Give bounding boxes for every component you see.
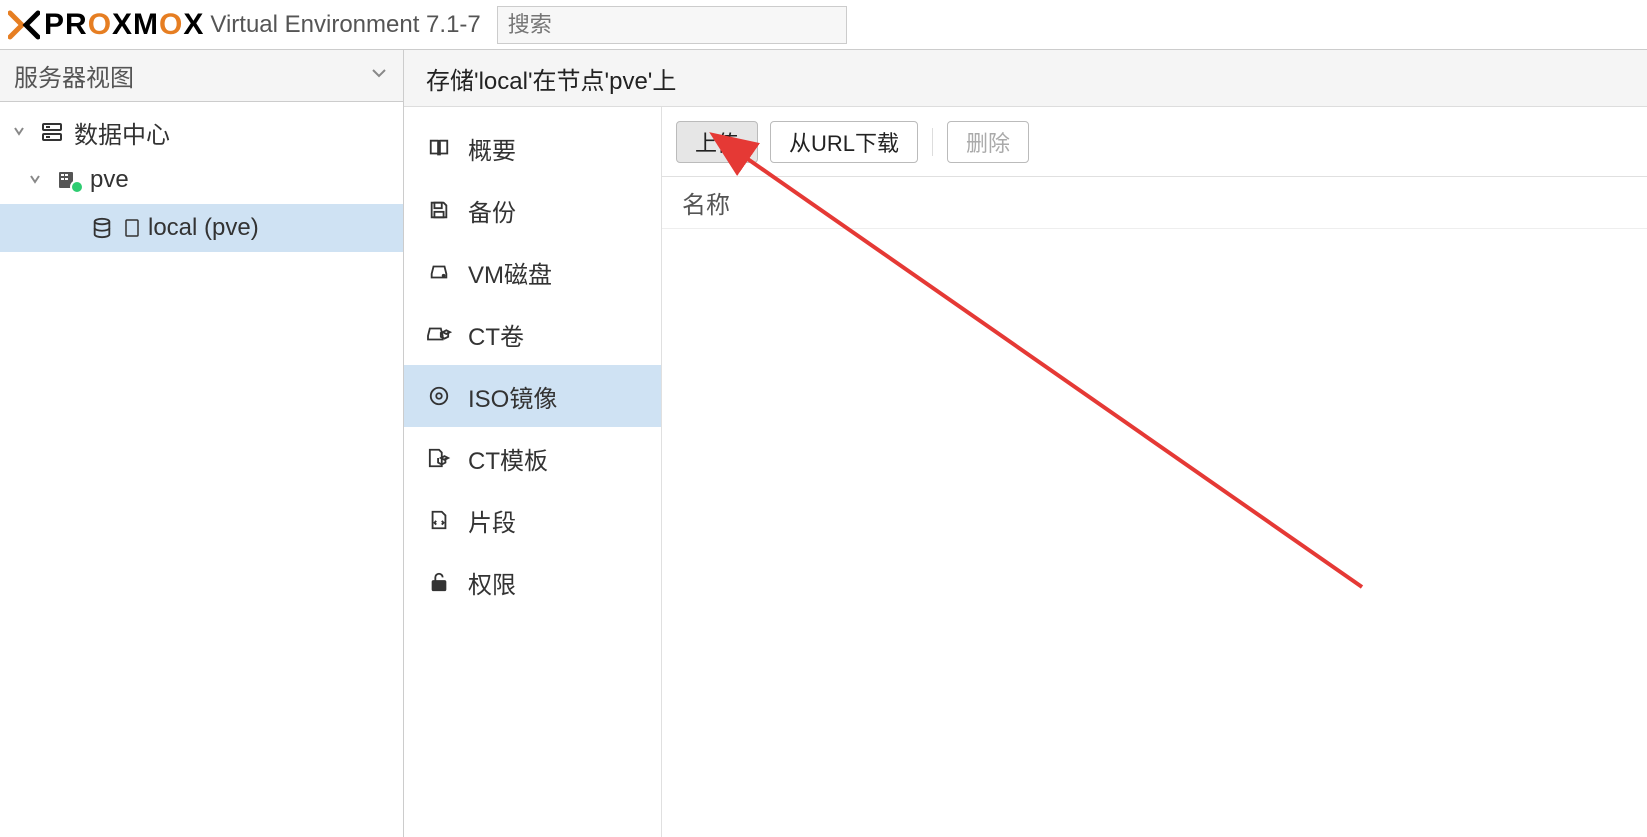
status-online-icon [70,180,84,194]
resource-tree-pane: 服务器视图 数据中心 [0,50,404,837]
nav-iso[interactable]: ISO镜像 [404,365,661,427]
nav-summary[interactable]: 概要 [404,117,661,179]
view-selector-label: 服务器视图 [14,58,134,93]
nav-label: 备份 [468,193,516,228]
version-label: Virtual Environment 7.1-7 [210,11,480,39]
nav-vmdisk[interactable]: VM磁盘 [404,241,661,303]
unlock-icon [426,571,452,593]
content-toolbar: 上传 从URL下载 删除 [662,107,1647,177]
app-header: PROXMOX Virtual Environment 7.1-7 [0,0,1647,50]
column-label: 名称 [682,185,730,220]
tree-node-datacenter[interactable]: 数据中心 [0,108,403,156]
tree-node-local-storage[interactable]: local (pve) [0,204,403,252]
toolbar-separator [932,128,933,156]
nav-permissions[interactable]: 权限 [404,551,661,613]
file-cube-icon [426,447,452,469]
expand-icon[interactable] [28,170,46,191]
download-from-url-button[interactable]: 从URL下载 [770,121,918,163]
nav-label: 片段 [468,503,516,538]
search-container [497,6,847,44]
content-list-area: 上传 从URL下载 删除 名称 [662,107,1647,837]
search-input[interactable] [497,6,847,44]
delete-button[interactable]: 删除 [947,121,1029,163]
book-icon [426,137,452,159]
nav-label: 权限 [468,565,516,600]
tree-node-label: 数据中心 [74,115,403,150]
main-layout: 服务器视图 数据中心 [0,50,1647,837]
upload-button[interactable]: 上传 [676,121,758,163]
nav-snippet[interactable]: 片段 [404,489,661,551]
resource-tree: 数据中心 pve [0,102,403,252]
column-header-name[interactable]: 名称 [662,177,1647,229]
floppy-icon [426,199,452,221]
nav-label: VM磁盘 [468,255,552,290]
button-label: 上传 [695,126,739,158]
tree-node-label: pve [90,166,403,194]
tree-node-pve[interactable]: pve [0,156,403,204]
storage-side-nav: 概要 备份 VM磁盘 [404,107,662,837]
hdd-icon [426,261,452,283]
brand-logo: PROXMOX [8,8,204,42]
tree-node-label: local (pve) [148,214,403,242]
nav-cttmpl[interactable]: CT模板 [404,427,661,489]
view-selector[interactable]: 服务器视图 [0,50,403,102]
brand-text: PROXMOX [44,8,204,42]
content-body: 概要 备份 VM磁盘 [404,106,1647,837]
proxmox-x-icon [8,9,40,41]
expand-icon[interactable] [12,122,30,143]
hdd-cube-icon [426,323,452,345]
chevron-down-icon [369,62,389,90]
nav-label: CT卷 [468,317,524,352]
node-icon [54,168,82,192]
file-code-icon [426,509,452,531]
button-label: 删除 [966,126,1010,158]
database-icon [88,217,116,239]
server-icon [38,120,66,144]
nav-backup[interactable]: 备份 [404,179,661,241]
nav-label: CT模板 [468,441,548,476]
button-label: 从URL下载 [789,126,899,158]
disc-icon [426,385,452,407]
nav-label: 概要 [468,131,516,166]
nav-ctvol[interactable]: CT卷 [404,303,661,365]
content-title: 存储'local'在节点'pve'上 [404,50,1647,106]
nav-label: ISO镜像 [468,379,557,414]
file-icon [124,219,140,237]
content-pane: 存储'local'在节点'pve'上 概要 备份 [404,50,1647,837]
